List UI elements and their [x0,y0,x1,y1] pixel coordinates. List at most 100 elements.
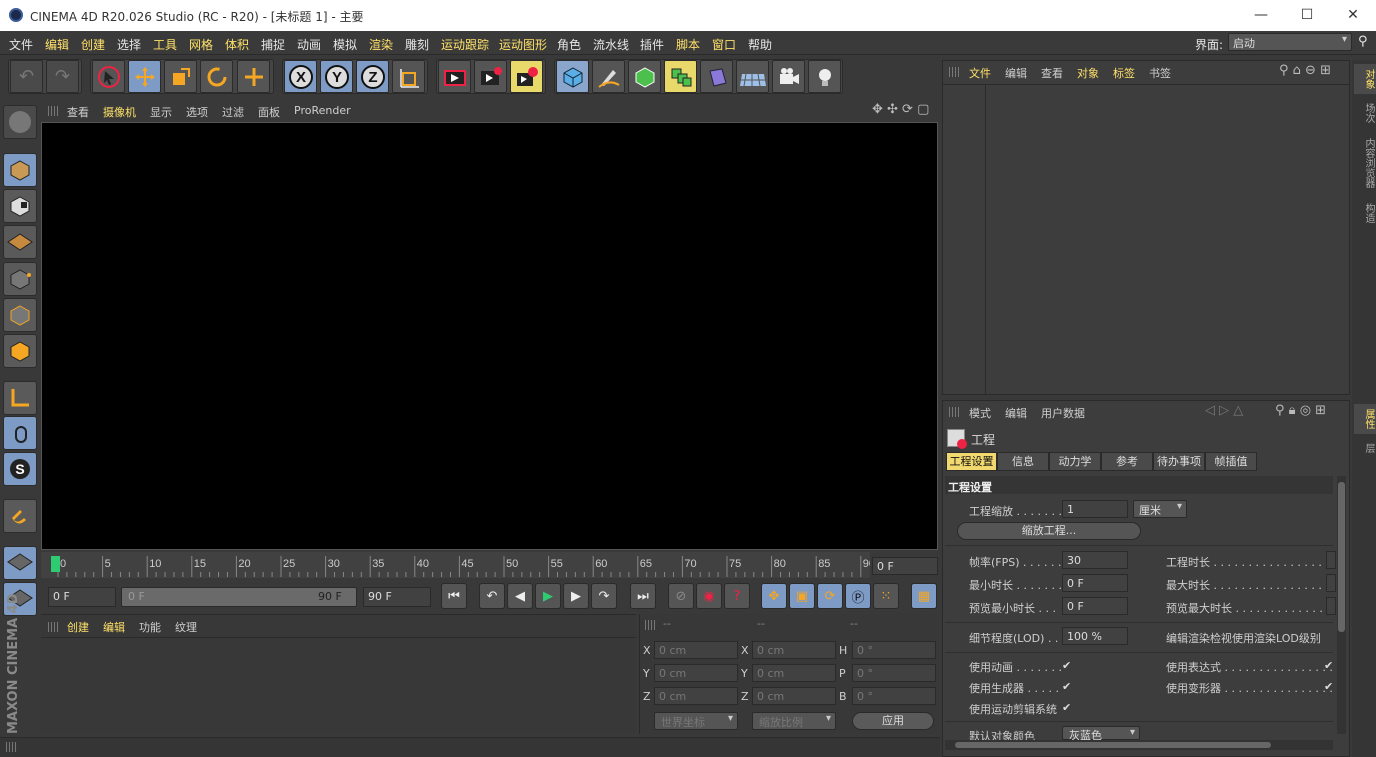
render-picture-viewer-icon[interactable] [474,60,507,93]
coord-h-rot[interactable]: 0 ° [852,641,936,659]
menu-edit[interactable]: 编辑 [45,36,69,53]
more-tools-icon[interactable] [237,60,270,93]
material-menu-create[interactable]: 创建 [67,619,89,635]
object-manager-tools-icon[interactable]: ⚲ ⌂ ⊖ ⊞ [1279,63,1331,78]
use-expressions-checkbox[interactable]: ✔ [1324,659,1336,672]
timeline-playhead[interactable] [51,556,60,572]
keyframe-selection-icon[interactable]: ? [724,583,750,609]
play-icon[interactable]: ▶ [535,583,561,609]
use-animation-checkbox[interactable]: ✔ [1062,659,1074,672]
workplane-lock-icon[interactable] [3,546,37,580]
x-axis-icon[interactable]: X [284,60,317,93]
material-grip-icon[interactable] [48,622,60,632]
key-param-icon[interactable]: Ⓟ [845,583,871,609]
key-position-icon[interactable]: ✥ [761,583,787,609]
camera-icon[interactable] [772,60,805,93]
view-menu-panel[interactable]: 面板 [258,104,280,120]
menu-snap[interactable]: 捕捉 [261,36,285,53]
select-cursor-icon[interactable] [92,60,125,93]
axis-mode-icon[interactable] [3,381,37,415]
menu-window[interactable]: 窗口 [712,36,736,53]
previous-frame-icon[interactable]: ◀ [507,583,533,609]
attr-scrollbar-thumb[interactable] [1338,482,1345,632]
z-axis-icon[interactable]: Z [356,60,389,93]
view-menu-camera[interactable]: 摄像机 [103,104,136,120]
search-icon[interactable]: ⚲ [1358,34,1368,49]
object-menu-bookmarks[interactable]: 书签 [1149,65,1171,81]
view-menu-display[interactable]: 显示 [150,104,172,120]
coord-z-size[interactable]: 0 cm [752,687,836,705]
use-motion-system-checkbox[interactable]: ✔ [1062,701,1074,714]
tweak-mode-icon[interactable] [3,416,37,450]
attr-menu-edit[interactable]: 编辑 [1005,405,1027,421]
start-frame-field[interactable]: 0 F [48,587,116,607]
render-view-icon[interactable] [438,60,471,93]
side-tab-attributes[interactable]: 属性 [1354,404,1376,434]
record-disabled-icon[interactable]: ⊘ [668,583,694,609]
next-key-icon[interactable]: ↷ [591,583,617,609]
coord-y-size[interactable]: 0 cm [752,664,836,682]
default-color-select[interactable]: 灰蓝色 [1062,726,1140,742]
attribute-grip-icon[interactable] [949,407,961,417]
light-icon[interactable] [808,60,841,93]
coords-grip-icon[interactable] [645,620,657,630]
coord-z-pos[interactable]: 0 cm [654,687,738,705]
object-menu-file[interactable]: 文件 [969,65,991,81]
key-rotation-icon[interactable]: ⟳ [817,583,843,609]
maximum-time-field[interactable] [1326,574,1336,592]
y-axis-icon[interactable]: Y [320,60,353,93]
viewport-nav-icon[interactable]: ✥ ✣ ⟳ ▢ [872,102,929,117]
status-grip-icon[interactable] [6,742,18,752]
coord-b-rot[interactable]: 0 ° [852,687,936,705]
go-to-start-icon[interactable]: ⏮ [441,583,467,609]
end-frame-field[interactable]: 90 F [363,587,431,607]
menu-file[interactable]: 文件 [9,36,33,53]
scale-mode-select[interactable]: 缩放比例 [752,712,836,730]
coord-x-pos[interactable]: 0 cm [654,641,738,659]
tab-todo[interactable]: 待办事项 [1153,452,1205,471]
attr-scrollbar-track[interactable] [1337,476,1346,734]
menu-mesh[interactable]: 网格 [189,36,213,53]
subdivision-icon[interactable] [628,60,661,93]
menu-select[interactable]: 选择 [117,36,141,53]
menu-render[interactable]: 渲染 [369,36,393,53]
view-menu-filter[interactable]: 过滤 [222,104,244,120]
floor-icon[interactable] [736,60,769,93]
attr-tools-icon[interactable]: ⚲ 🔒︎ ◎ ⊞ [1275,403,1326,418]
material-menu-function[interactable]: 功能 [139,619,161,635]
frame-range-slider[interactable]: 0 F 90 F [121,587,357,607]
view-menu-prorender[interactable]: ProRender [294,104,351,117]
timeline-window-icon[interactable]: ▦ [911,583,937,609]
coord-y-pos[interactable]: 0 cm [654,664,738,682]
tab-info[interactable]: 信息 [997,452,1049,471]
model-mode-icon[interactable] [3,153,37,187]
next-frame-icon[interactable]: ▶ [563,583,589,609]
edges-mode-icon[interactable] [3,298,37,332]
menu-create[interactable]: 创建 [81,36,105,53]
menu-script[interactable]: 脚本 [676,36,700,53]
texture-mode-icon[interactable] [3,189,37,223]
view-menu-options[interactable]: 选项 [186,104,208,120]
minimize-button[interactable]: — [1238,0,1284,31]
key-scale-icon[interactable]: ▣ [789,583,815,609]
attr-nav-arrows-icon[interactable]: ◁ ▷ △ [1205,403,1243,418]
menu-volume[interactable]: 体积 [225,36,249,53]
view-menu-view[interactable]: 查看 [67,104,89,120]
points-mode-icon[interactable] [3,262,37,296]
project-scale-field[interactable]: 1 [1062,500,1128,518]
object-menu-tags[interactable]: 标签 [1113,65,1135,81]
side-tab-layers[interactable]: 层 [1354,438,1376,458]
material-menu-texture[interactable]: 纹理 [175,619,197,635]
viewport-canvas[interactable] [41,122,938,550]
object-menu-view[interactable]: 查看 [1041,65,1063,81]
array-icon[interactable] [664,60,697,93]
minimum-time-field[interactable]: 0 F [1062,574,1128,592]
polygons-mode-icon[interactable] [3,334,37,368]
key-pla-icon[interactable]: ⁙ [873,583,899,609]
scale-project-button[interactable]: 缩放工程... [957,522,1141,540]
apply-button[interactable]: 应用 [852,712,934,730]
attr-hscrollbar-thumb[interactable] [955,742,1271,748]
perspective-icon[interactable] [3,105,37,139]
object-menu-objects[interactable]: 对象 [1077,65,1099,81]
move-icon[interactable] [128,60,161,93]
